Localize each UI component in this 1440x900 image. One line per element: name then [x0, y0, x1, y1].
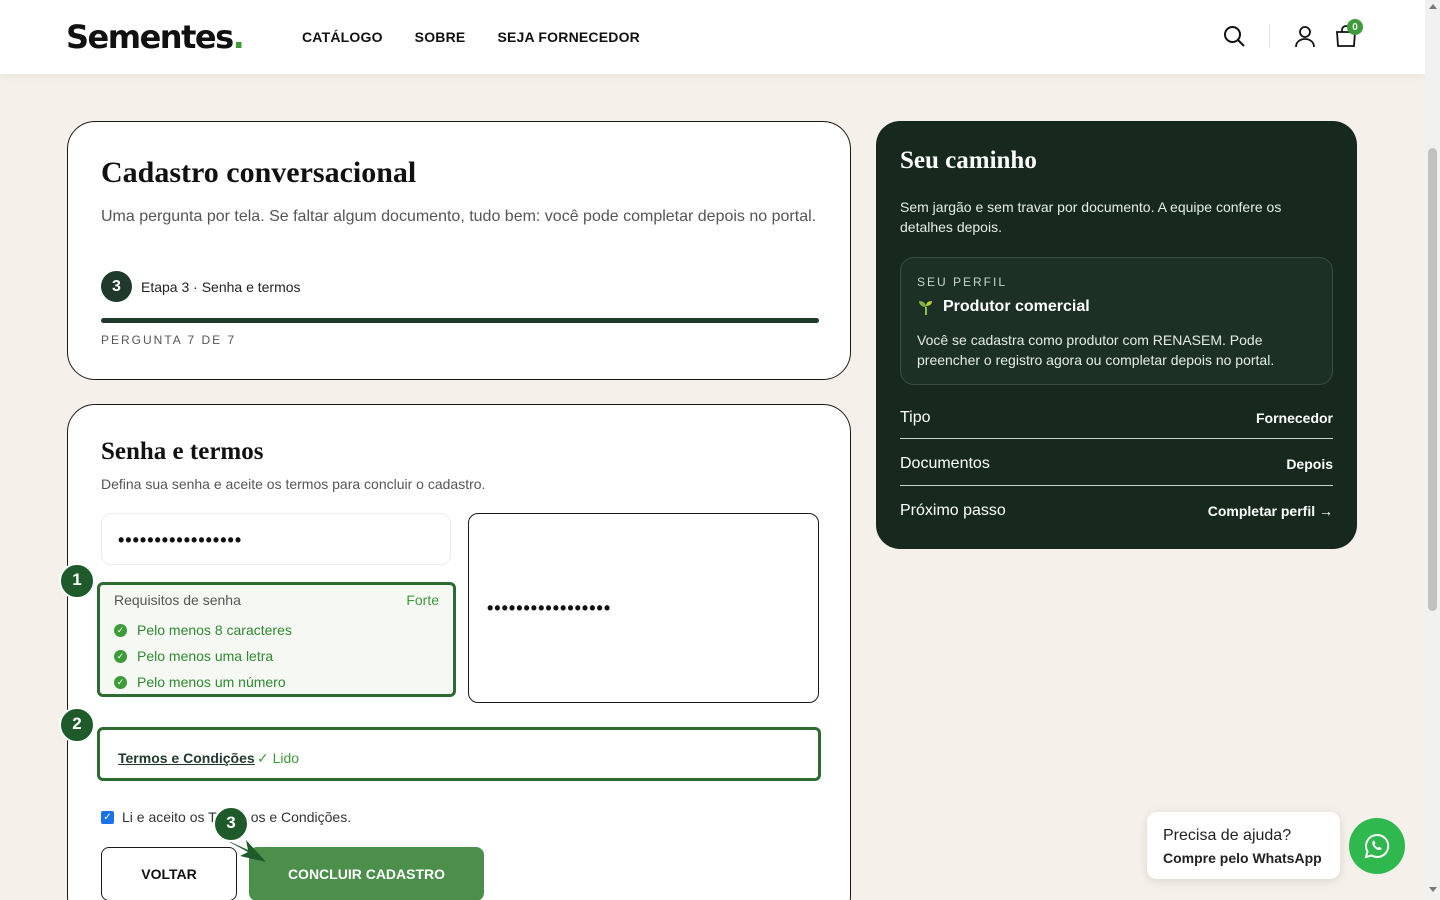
password-strength: Forte: [406, 592, 439, 608]
summary-key: Tipo: [900, 409, 931, 426]
form-description: Defina sua senha e aceite os termos para…: [101, 476, 486, 492]
nav-catalogo[interactable]: CATÁLOGO: [302, 29, 383, 45]
requirement-text: Pelo menos um número: [137, 674, 286, 690]
confirm-password-value: •••••••••••••••••: [487, 598, 612, 618]
nav-seja-fornecedor[interactable]: SEJA FORNECEDOR: [497, 29, 640, 45]
panel-description: Sem jargão e sem travar por documento. A…: [900, 199, 1282, 235]
summary-divider: [900, 485, 1333, 486]
requirement-item: ✓ Pelo menos uma letra: [114, 648, 273, 664]
requirement-text: Pelo menos uma letra: [137, 648, 274, 664]
panel-title: Seu caminho: [900, 147, 1037, 174]
annotation-marker-1: 1: [59, 563, 95, 599]
profile-name: Produtor comercial: [917, 298, 1090, 316]
requirement-item: ✓ Pelo menos um número: [114, 674, 286, 690]
summary-divider: [900, 438, 1333, 439]
page-title: Cadastro conversacional: [101, 156, 417, 189]
back-button[interactable]: VOLTAR: [101, 847, 237, 900]
check-circle-icon: ✓: [114, 675, 127, 689]
help-subtext: Compre pelo WhatsApp: [1163, 850, 1322, 866]
terms-link[interactable]: Termos e Condições: [118, 750, 255, 766]
progress-bar: [101, 318, 819, 323]
step-label: Etapa 3 · Senha e termos: [141, 279, 301, 295]
finish-registration-button[interactable]: CONCLUIR CADASTRO: [249, 847, 484, 900]
profile-label: SEU PERFIL: [917, 275, 1008, 289]
summary-key: Documentos: [900, 455, 990, 472]
requirements-title: Requisitos de senha: [114, 592, 241, 608]
requirement-text: Pelo menos 8 caracteres: [137, 622, 292, 638]
search-icon[interactable]: [1222, 24, 1246, 48]
form-title: Senha e termos: [101, 438, 264, 465]
check-circle-icon: ✓: [114, 649, 127, 663]
user-icon[interactable]: [1293, 24, 1317, 48]
terms-read-status: ✓ Lido: [257, 750, 300, 766]
nav-sobre[interactable]: SOBRE: [415, 29, 466, 45]
complete-profile-link[interactable]: Completar perfil →: [1208, 503, 1333, 519]
question-counter: PERGUNTA 7 DE 7: [101, 333, 237, 347]
progress-fill: [101, 318, 819, 323]
summary-row-documentos: Documentos Depois: [900, 455, 1333, 473]
logo[interactable]: Sementes.: [66, 18, 245, 56]
whatsapp-button[interactable]: [1349, 818, 1405, 874]
summary-value: Depois: [1286, 456, 1333, 472]
summary-row-tipo: Tipo Fornecedor: [900, 409, 1333, 427]
header-divider: [1269, 24, 1270, 48]
password-input[interactable]: •••••••••••••••••: [101, 513, 451, 565]
sprout-icon: [919, 301, 932, 315]
password-terms-card: Senha e termos Defina sua senha e aceite…: [67, 404, 851, 900]
accept-terms-checkbox[interactable]: ✓: [101, 810, 114, 824]
help-question: Precisa de ajuda?: [1163, 827, 1292, 844]
annotation-marker-3: 3: [213, 806, 249, 842]
site-header: Sementes. CATÁLOGO SOBRE SEJA FORNECEDOR…: [0, 0, 1425, 74]
whatsapp-icon: [1364, 833, 1390, 859]
scroll-thumb[interactable]: [1428, 148, 1437, 611]
check-circle-icon: ✓: [114, 623, 127, 637]
summary-value: Fornecedor: [1255, 410, 1333, 426]
confirm-password-input[interactable]: •••••••••••••••••: [468, 513, 819, 703]
help-widget[interactable]: Precisa de ajuda? Compre pelo WhatsApp: [1147, 812, 1340, 879]
annotation-marker-2: 2: [59, 707, 95, 743]
cart-count-badge: 0: [1347, 19, 1363, 35]
page-scrollbar[interactable]: [1425, 0, 1440, 900]
scroll-down-arrow-icon[interactable]: [1429, 887, 1437, 892]
main-nav: CATÁLOGO SOBRE SEJA FORNECEDOR: [302, 29, 640, 45]
summary-row-proximo-passo: Próximo passo Completar perfil →: [900, 502, 1333, 520]
step-number-badge: 3: [101, 271, 132, 302]
requirement-item: ✓ Pelo menos 8 caracteres: [114, 622, 292, 638]
intro-description: Uma pergunta por tela. Se faltar algum d…: [101, 208, 817, 225]
intro-card: Cadastro conversacional Uma pergunta por…: [67, 121, 851, 380]
summary-key: Próximo passo: [900, 502, 1006, 519]
path-summary-panel: Seu caminho Sem jargão e sem travar por …: [876, 121, 1357, 549]
profile-description: Você se cadastra como produtor com RENAS…: [917, 332, 1275, 368]
profile-card: SEU PERFIL Produtor comercial Você se ca…: [900, 257, 1333, 385]
password-requirements: Requisitos de senha Forte ✓ Pelo menos 8…: [97, 582, 456, 697]
scroll-up-arrow-icon[interactable]: [1429, 4, 1437, 9]
terms-box: Termos e Condições ✓ Lido: [97, 727, 821, 781]
